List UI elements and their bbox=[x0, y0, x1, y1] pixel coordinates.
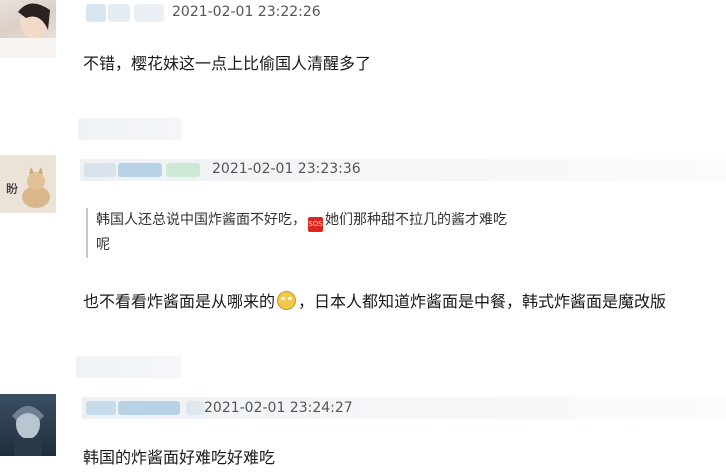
quote-line-2: 呢 bbox=[96, 237, 110, 253]
comment-text-part: ，日本人都知道炸酱面是中餐，韩式炸酱面是魔改版 bbox=[298, 292, 667, 311]
sos-emoji-icon: SOS bbox=[308, 217, 323, 232]
avatar[interactable] bbox=[0, 0, 56, 58]
username-blurred[interactable] bbox=[80, 159, 726, 181]
avatar[interactable] bbox=[0, 394, 56, 456]
quote-text: 韩国人还总说中国炸酱面不好吃， bbox=[96, 212, 306, 228]
quote-text: 她们那种甜不拉几的酱才难吃 bbox=[325, 212, 507, 228]
avatar-caption: 盼 bbox=[6, 182, 19, 196]
comment-text: 韩国的炸酱面好难吃好难吃 bbox=[83, 448, 276, 467]
username-blurred[interactable] bbox=[82, 397, 726, 419]
username-blurred bbox=[78, 118, 182, 140]
comment-text: 也不看看炸酱面是从哪来的 ，日本人都知道炸酱面是中餐，韩式炸酱面是魔改版 bbox=[83, 288, 666, 312]
username-blurred[interactable] bbox=[86, 2, 168, 24]
anime-avatar-icon bbox=[12, 406, 44, 456]
comment-timestamp: 2021-02-01 23:23:36 bbox=[212, 161, 361, 177]
smirk-emoji-icon bbox=[277, 291, 297, 310]
comment-timestamp: 2021-02-01 23:22:26 bbox=[172, 4, 321, 20]
avatar[interactable]: 盼 bbox=[0, 155, 56, 213]
username-blurred bbox=[76, 356, 182, 378]
comment-text-part: 也不看看炸酱面是从哪来的 bbox=[83, 292, 276, 311]
comment-timestamp: 2021-02-01 23:24:27 bbox=[204, 400, 353, 416]
quote-line-1: 韩国人还总说中国炸酱面不好吃， SOS 她们那种甜不拉几的酱才难吃 bbox=[96, 208, 616, 233]
comment-text: 不错，樱花妹这一点上比偷国人清醒多了 bbox=[83, 54, 372, 73]
quoted-reply: 韩国人还总说中国炸酱面不好吃， SOS 她们那种甜不拉几的酱才难吃 呢 bbox=[86, 208, 616, 258]
avatar-photo-icon bbox=[0, 3, 56, 58]
